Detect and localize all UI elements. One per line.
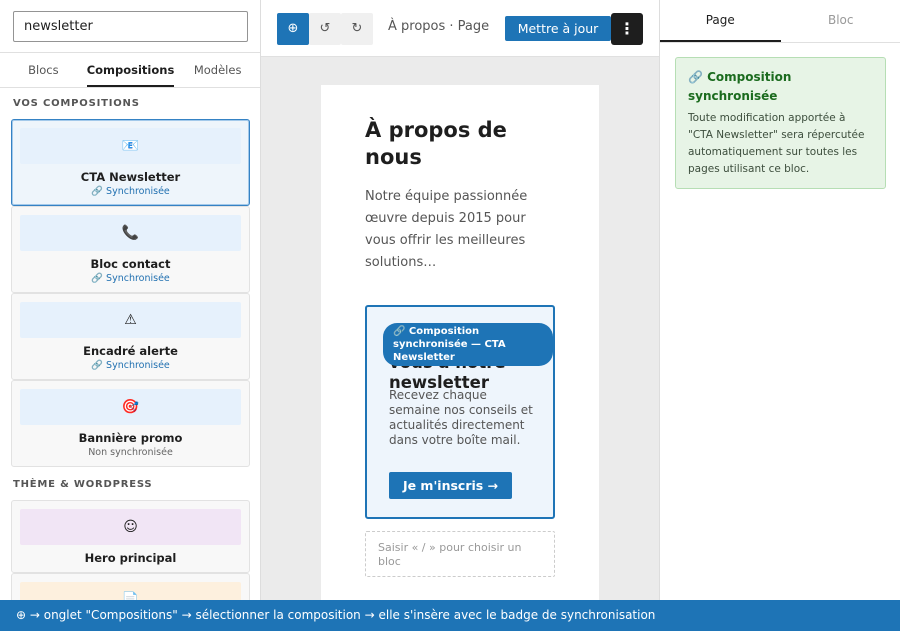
undo-icon[interactable]: ↺ (309, 13, 341, 45)
editor-canvas: À propos de nous Notre équipe passionnée… (261, 57, 659, 600)
block-inserter-toggle-icon[interactable]: ⊕ (277, 13, 309, 45)
section-heading-theme: THÈME & WORDPRESS (13, 479, 153, 490)
notice-body: Toute modification apportée à "CTA Newsl… (688, 112, 865, 175)
update-button[interactable]: Mettre à jour (505, 16, 611, 41)
notice-title: 🔗 Composition synchronisée (688, 70, 792, 103)
page-content: À propos de nous Notre équipe passionnée… (321, 85, 599, 600)
tab-compositions[interactable]: Compositions (86, 53, 175, 87)
document-icon: 📄 (20, 582, 241, 600)
block-appender[interactable]: Saisir « / » pour choisir un bloc (365, 531, 555, 577)
page-title[interactable]: À propos de nous (365, 117, 565, 171)
cta-text[interactable]: Recevez chaque semaine nos conseils et a… (389, 388, 539, 448)
smiley-icon: ☺ (20, 509, 241, 545)
sidebar-tabs: Page Bloc (660, 0, 900, 43)
inserter-panel: newsletter Blocs Compositions Modèles VO… (0, 0, 261, 600)
instruction-bar: ⊕ → onglet "Compositions" → sélectionner… (0, 600, 900, 631)
sync-notice: 🔗 Composition synchronisée Toute modific… (675, 57, 886, 189)
newsletter-card-icon: 📧 (20, 128, 241, 164)
warning-icon: ⚠ (20, 302, 241, 338)
pattern-name: Bloc contact (90, 257, 171, 271)
sync-badge: 🔗 Composition synchronisée — CTA Newslet… (383, 323, 553, 366)
intro-paragraph[interactable]: Notre équipe passionnée œuvre depuis 201… (365, 186, 545, 274)
settings-sidebar: Page Bloc 🔗 Composition synchronisée Tou… (659, 0, 900, 600)
redo-icon[interactable]: ↻ (341, 13, 373, 45)
sync-status: 🔗 Synchronisée (91, 273, 170, 284)
tab-blocs[interactable]: Blocs (0, 53, 87, 87)
pattern-card-hero-principal[interactable]: ☺ Hero principal (11, 500, 250, 573)
editor-toolbar: ⊕ ↺ ↻ À propos · Page Mettre à jour ⋮ (261, 0, 659, 57)
pattern-name: Hero principal (84, 551, 177, 565)
more-options-icon[interactable]: ⋮ (611, 13, 643, 45)
pattern-card-bloc-contact[interactable]: 📞 Bloc contact 🔗 Synchronisée (11, 206, 250, 293)
tab-modeles[interactable]: Modèles (174, 53, 260, 87)
document-title[interactable]: À propos · Page (388, 19, 489, 34)
pattern-name: Encadré alerte (83, 344, 178, 358)
pattern-card-encadre-alerte[interactable]: ⚠ Encadré alerte 🔗 Synchronisée (11, 293, 250, 380)
tab-page[interactable]: Page (660, 0, 781, 42)
pattern-name: Bannière promo (78, 431, 183, 445)
search-input[interactable]: newsletter (13, 11, 248, 42)
sync-status: 🔗 Synchronisée (91, 360, 170, 371)
pattern-card-cta-newsletter[interactable]: 📧 CTA Newsletter 🔗 Synchronisée (11, 119, 250, 206)
pattern-name: CTA Newsletter (80, 170, 181, 184)
inserter-tabs: Blocs Compositions Modèles (0, 52, 260, 88)
pattern-card-partial[interactable]: 📄 (11, 573, 250, 600)
sync-status: Non synchronisée (88, 447, 173, 458)
subscribe-button[interactable]: Je m'inscris → (389, 472, 512, 499)
section-heading-mine: VOS COMPOSITIONS (13, 98, 140, 109)
tab-bloc[interactable]: Bloc (781, 0, 900, 42)
sync-status: 🔗 Synchronisée (91, 186, 170, 197)
pattern-card-banniere-promo[interactable]: 🎯 Bannière promo Non synchronisée (11, 380, 250, 467)
phone-icon: 📞 (20, 215, 241, 251)
target-icon: 🎯 (20, 389, 241, 425)
